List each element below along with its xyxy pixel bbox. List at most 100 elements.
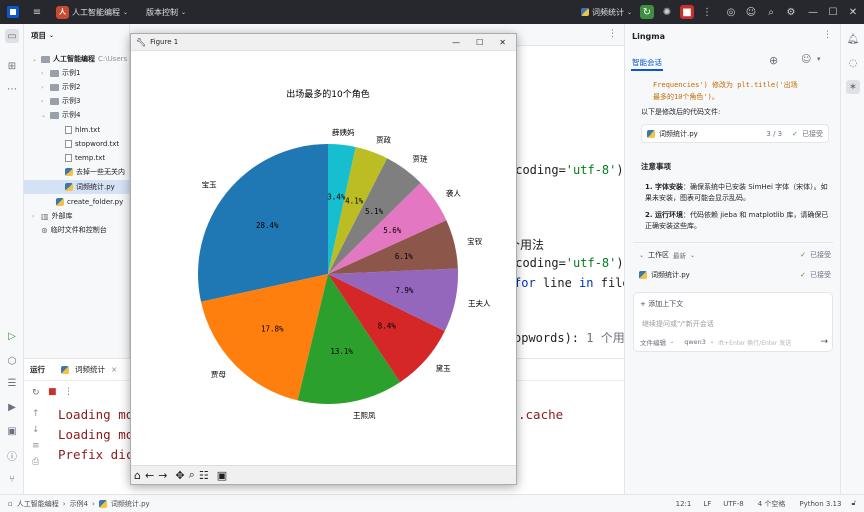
breadcrumb-item[interactable]: 词频统计.py <box>111 499 150 509</box>
tree-file[interactable]: stopword.txt <box>24 137 130 151</box>
python-file-icon <box>580 8 589 16</box>
save-icon[interactable]: ▣ <box>217 469 227 482</box>
run-config-selector[interactable]: 词频统计 ⌄ <box>580 7 632 18</box>
python-interpreter[interactable]: Python 3.13 <box>799 500 841 508</box>
problems-icon[interactable]: ⓘ <box>5 448 19 463</box>
chevron-down-icon[interactable]: ▾ <box>817 55 821 63</box>
terminal-icon[interactable]: ▣ <box>5 424 19 438</box>
close-icon[interactable]: ✕ <box>846 5 860 19</box>
lingma-chat-tab[interactable]: 智能会话 <box>632 57 662 68</box>
tree-scratches[interactable]: ⊛ 临时文件和控制台 <box>24 223 130 237</box>
lingma-icon[interactable]: ✶ <box>846 80 860 94</box>
forward-arrow-icon[interactable]: → <box>158 469 167 482</box>
pan-icon[interactable]: ✥ <box>175 469 184 482</box>
notifications-icon[interactable]: 🔔︎ <box>846 32 860 46</box>
main-menu-icon[interactable]: ≡ <box>30 5 44 19</box>
tree-folder-3[interactable]: › 示例3 <box>24 94 130 108</box>
more-icon[interactable]: ⋮ <box>700 5 714 19</box>
tree-root[interactable]: ⌄ 人工智能编程 C:\Users <box>24 52 130 66</box>
ai-chat-icon[interactable]: ◌ <box>846 56 860 70</box>
zoom-icon[interactable]: ⌕ <box>189 468 195 482</box>
maximize-icon[interactable]: ☐ <box>826 5 840 19</box>
tree-folder-2[interactable]: › 示例2 <box>24 80 130 94</box>
breadcrumb-item[interactable]: 人工智能编程 <box>17 499 59 509</box>
cursor-position[interactable]: 12:1 <box>676 500 692 508</box>
tree-file-selected[interactable]: 词频统计.py <box>24 180 130 194</box>
file-card[interactable]: 词频统计.py 3 / 3 ✓ 已接受 <box>641 124 829 143</box>
more-icon[interactable]: ⋮ <box>608 29 617 39</box>
add-context-button[interactable]: + 添加上下文 <box>640 299 683 309</box>
tree-item-label: temp.txt <box>75 154 106 162</box>
close-icon[interactable]: × <box>111 365 117 374</box>
run-tab[interactable]: 运行 <box>30 364 45 375</box>
tree-file[interactable]: create_folder.py <box>24 195 130 209</box>
run-tool-icon[interactable]: ▷ <box>5 329 19 343</box>
minimize-icon[interactable]: — <box>452 38 460 47</box>
tree-file[interactable]: hlm.txt <box>24 123 130 137</box>
pie-percent-label: 28.4% <box>256 221 279 230</box>
chevron-right-icon: › <box>41 69 44 77</box>
scroll-down-icon[interactable]: ↓ <box>32 425 40 435</box>
settings-gear-icon[interactable]: ⚙ <box>784 5 798 19</box>
scroll-up-icon[interactable]: ↑ <box>32 409 40 419</box>
pie-percent-label: 13.1% <box>330 347 353 356</box>
tree-file[interactable]: temp.txt <box>24 151 130 165</box>
close-icon[interactable]: ✕ <box>499 38 506 47</box>
file-card-name: 词频统计.py <box>659 129 698 138</box>
run-config-tab[interactable]: 词频统计 <box>75 364 105 375</box>
git-icon[interactable]: ⑂ <box>5 472 19 486</box>
rerun-icon[interactable]: ↻ <box>32 388 40 398</box>
pie-percent-label: 6.1% <box>395 252 414 261</box>
user-icon[interactable]: ☺ <box>801 54 811 65</box>
chevron-down-icon[interactable]: ⌄ <box>49 32 54 39</box>
workspace-file-row[interactable]: 词频统计.py ✓ 已接受 <box>639 270 831 280</box>
figure-toolbar: ⌂ ← → ✥ ⌕ ☷ ▣ <box>131 465 516 484</box>
lock-icon[interactable]: 🔓︎ <box>851 499 856 508</box>
file-encoding[interactable]: UTF-8 <box>723 500 743 508</box>
more-tools-icon[interactable]: ⋯ <box>5 82 19 96</box>
chevron-down-icon: ⌄ <box>32 55 38 63</box>
print-icon[interactable]: ⎙ <box>32 457 39 467</box>
workspace-row[interactable]: ⌄ 工作区 最新 ⌄ ✓ 已接受 <box>639 250 831 260</box>
figure-window[interactable]: 🔧︎ Figure 1 — ☐ ✕ 出场最多的10个角色 28.4% 宝玉 17.8… <box>130 33 517 485</box>
configure-subplots-icon[interactable]: ☷ <box>199 469 209 482</box>
tree-file[interactable]: 去掉一些无关内 <box>24 165 130 179</box>
tree-external-libs[interactable]: › ▥ 外部库 <box>24 209 130 223</box>
new-chat-icon[interactable]: ⊕ <box>769 54 778 67</box>
lingma-more-icon[interactable]: ⋮ <box>823 30 832 40</box>
breadcrumb-item[interactable]: 示例4 <box>70 499 88 509</box>
lingma-panel: Lingma ⋮ 智能会话 ⊕ ☺ ▾ Frequencies') 修改为 pl… <box>624 24 840 494</box>
app-icon[interactable] <box>6 5 20 19</box>
vcs-selector[interactable]: 版本控制 ⌄ <box>146 7 186 18</box>
code-line: ncoding='utf-8') <box>508 256 624 270</box>
maximize-icon[interactable]: ☐ <box>476 38 483 47</box>
stop-icon[interactable]: ■ <box>48 387 57 397</box>
tree-folder-1[interactable]: › 示例1 <box>24 66 130 80</box>
line-separator[interactable]: LF <box>703 500 711 508</box>
ai-assistant-icon[interactable]: ◎ <box>724 5 738 19</box>
services-icon[interactable]: ▶ <box>5 400 19 414</box>
indent-setting[interactable]: 4 个空格 <box>758 499 786 509</box>
stop-button[interactable]: ■ <box>680 5 694 19</box>
chat-input-box[interactable]: + 添加上下文 继续提问或"/"新开会话 文件编辑 ⌄ qwen3 ⌄ ift+… <box>633 292 833 352</box>
send-icon[interactable]: → <box>820 337 828 347</box>
project-name: 人工智能编程 <box>72 7 120 17</box>
rerun-button[interactable]: ↻ <box>640 5 654 19</box>
tree-folder-4[interactable]: ⌄ 示例4 <box>24 108 130 122</box>
python-packages-icon[interactable]: ⬡ <box>5 354 19 368</box>
breadcrumb: ▫ 人工智能编程 › 示例4 › 词频统计.py <box>8 499 150 509</box>
layers-icon[interactable]: ☰ <box>5 376 19 390</box>
structure-tool-icon[interactable]: ⊞ <box>5 59 19 73</box>
more-icon[interactable]: ⋮ <box>64 387 73 397</box>
minimize-icon[interactable]: — <box>806 5 820 19</box>
debug-icon[interactable]: ✺ <box>660 5 674 19</box>
project-selector[interactable]: 人 人工智能编程 ⌄ <box>56 5 128 19</box>
back-arrow-icon[interactable]: ← <box>145 469 154 482</box>
home-icon[interactable]: ⌂ <box>134 469 141 482</box>
model-selector[interactable]: qwen3 <box>684 338 706 346</box>
soft-wrap-icon[interactable]: ≡ <box>32 441 40 451</box>
mode-selector[interactable]: 文件编辑 <box>640 337 666 347</box>
folder-tool-icon[interactable]: ▭ <box>5 29 19 43</box>
account-icon[interactable]: ☺ <box>744 5 758 19</box>
search-icon[interactable]: ⌕ <box>764 5 778 19</box>
